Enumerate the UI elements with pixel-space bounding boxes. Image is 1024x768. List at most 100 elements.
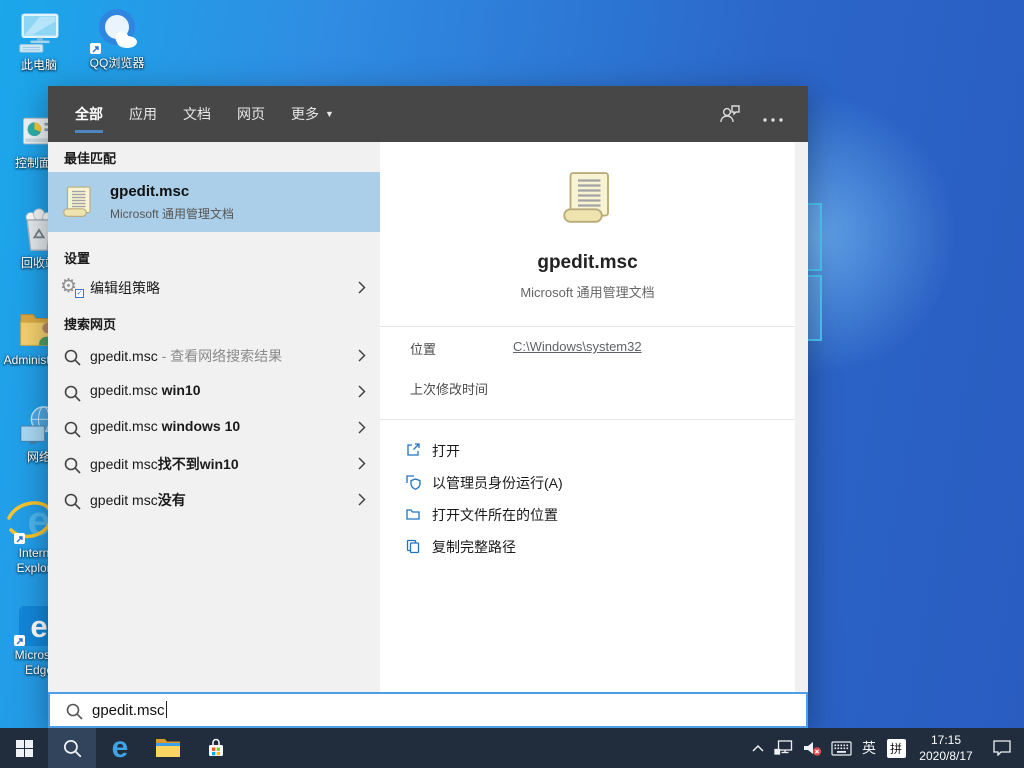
action-center-icon[interactable] — [982, 728, 1022, 768]
windows-logo-icon — [16, 740, 33, 757]
web-suggestion[interactable]: gpedit.msc win10 — [48, 374, 380, 410]
search-icon — [61, 737, 83, 759]
qq-browser-icon — [82, 6, 152, 54]
chevron-down-icon: ▼ — [325, 109, 334, 119]
chevron-right-icon[interactable] — [358, 385, 366, 399]
microsoft-store-icon — [205, 737, 227, 759]
search-icon — [62, 347, 82, 367]
suggestion-text: gpedit msc没有 — [90, 490, 186, 510]
copy-icon — [405, 538, 421, 554]
edge-icon: e — [112, 728, 129, 768]
search-icon — [62, 383, 82, 403]
taskbar-search-button[interactable] — [48, 728, 96, 768]
clock-time: 17:15 — [931, 733, 961, 747]
settings-result-label: 编辑组策略 — [90, 278, 160, 298]
divider — [380, 419, 795, 420]
best-match-result[interactable]: gpedit.msc Microsoft 通用管理文档 — [48, 172, 380, 232]
action-run-as-admin[interactable]: 以管理员身份运行(A) — [380, 466, 795, 498]
network-icon[interactable] — [770, 728, 797, 768]
feedback-icon[interactable] — [718, 103, 742, 130]
shortcut-arrow-icon — [90, 43, 101, 54]
search-flyout-panel: 全部 应用 文档 网页 更多▼ 最佳匹配 — [48, 86, 808, 728]
action-copy-full-path[interactable]: 复制完整路径 — [380, 530, 795, 562]
preview-title: gpedit.msc — [380, 252, 795, 274]
chevron-right-icon[interactable] — [358, 421, 366, 435]
last-modified-label: 上次修改时间 — [410, 379, 488, 398]
taskbar-store-button[interactable] — [192, 728, 240, 768]
more-options-icon[interactable] — [762, 110, 784, 128]
ime-mode-box: 拼 — [887, 739, 906, 758]
tab-web[interactable]: 网页 — [237, 86, 265, 142]
search-results-area: 最佳匹配 gpedit.msc Microsoft 通用管理文档 设置 ⚙✓ 编… — [48, 142, 808, 692]
suggestion-text: gpedit.msc win10 — [90, 382, 201, 398]
section-search-web: 搜索网页 — [64, 314, 116, 333]
taskbar: e — [0, 728, 1024, 768]
start-button[interactable] — [0, 728, 48, 768]
web-suggestion[interactable]: gpedit msc没有 — [48, 482, 380, 518]
windows-desktop: 此电脑 QQ浏览器 控制面板 — [0, 0, 1024, 768]
suggestion-text: gpedit.msc windows 10 — [90, 418, 240, 434]
shortcut-arrow-icon — [14, 533, 25, 544]
touch-keyboard-icon[interactable] — [826, 728, 856, 768]
search-icon — [64, 701, 84, 721]
chevron-right-icon[interactable] — [358, 349, 366, 363]
settings-result-group-policy[interactable]: ⚙✓ 编辑组策略 — [48, 270, 380, 306]
web-suggestion[interactable]: gpedit.msc windows 10 — [48, 410, 380, 446]
volume-muted-icon[interactable] — [797, 728, 826, 768]
folder-location-icon — [405, 506, 421, 522]
result-preview-pane: gpedit.msc Microsoft 通用管理文档 位置 C:\Window… — [380, 142, 795, 692]
action-label: 以管理员身份运行(A) — [432, 473, 563, 493]
tab-apps[interactable]: 应用 — [129, 86, 157, 142]
action-label: 打开文件所在的位置 — [432, 505, 558, 525]
section-best-match: 最佳匹配 — [64, 148, 116, 167]
group-policy-gear-icon: ⚙✓ — [60, 276, 82, 298]
suggestion-text: gpedit.msc - 查看网络搜索结果 — [90, 346, 282, 366]
search-filter-tabs: 全部 应用 文档 网页 更多▼ — [75, 86, 334, 142]
scrollbar-gutter[interactable] — [795, 142, 808, 692]
search-query-text: gpedit.msc — [92, 701, 167, 719]
suggestion-text: gpedit msc找不到win10 — [90, 454, 239, 474]
action-label: 复制完整路径 — [432, 537, 516, 557]
admin-shield-icon — [405, 474, 421, 490]
preview-subtitle: Microsoft 通用管理文档 — [380, 282, 795, 301]
desktop-icon-qq-browser[interactable]: QQ浏览器 — [82, 6, 152, 71]
tab-all[interactable]: 全部 — [75, 86, 103, 142]
file-explorer-icon — [155, 737, 181, 759]
action-label: 打开 — [432, 441, 460, 461]
chevron-right-icon[interactable] — [358, 493, 366, 507]
search-icon — [62, 455, 82, 475]
web-suggestion[interactable]: gpedit.msc - 查看网络搜索结果 — [48, 338, 380, 374]
text-caret — [166, 701, 168, 718]
msc-document-icon — [60, 184, 96, 220]
msc-document-icon-large — [558, 168, 618, 228]
best-match-title: gpedit.msc — [110, 183, 189, 200]
chevron-right-icon[interactable] — [358, 281, 366, 295]
shortcut-arrow-icon — [14, 635, 25, 646]
desktop-icon-label: QQ浏览器 — [82, 56, 152, 71]
tray-show-hidden-icons[interactable] — [746, 728, 770, 768]
search-icon — [62, 491, 82, 511]
taskbar-clock[interactable]: 17:15 2020/8/17 — [910, 728, 982, 768]
section-settings: 设置 — [64, 248, 90, 267]
tab-more[interactable]: 更多▼ — [291, 86, 334, 142]
divider — [380, 326, 795, 327]
clock-date: 2020/8/17 — [919, 749, 972, 763]
search-input[interactable]: gpedit.msc — [48, 692, 808, 728]
action-open[interactable]: 打开 — [380, 434, 795, 466]
chevron-right-icon[interactable] — [358, 457, 366, 471]
taskbar-file-explorer-button[interactable] — [144, 728, 192, 768]
system-tray: 英 拼 17:15 2020/8/17 — [746, 728, 1022, 768]
search-icon — [62, 419, 82, 439]
location-label: 位置 — [410, 339, 436, 358]
desktop-icon-this-pc[interactable]: 此电脑 — [6, 8, 72, 73]
this-pc-icon — [6, 8, 72, 56]
taskbar-edge-button[interactable]: e — [96, 728, 144, 768]
location-link[interactable]: C:\Windows\system32 — [513, 339, 642, 354]
best-match-subtitle: Microsoft 通用管理文档 — [110, 205, 234, 222]
open-icon — [405, 442, 421, 458]
ime-mode-indicator[interactable]: 拼 — [882, 728, 910, 768]
action-open-file-location[interactable]: 打开文件所在的位置 — [380, 498, 795, 530]
web-suggestion[interactable]: gpedit msc找不到win10 — [48, 446, 380, 482]
tab-documents[interactable]: 文档 — [183, 86, 211, 142]
ime-language-indicator[interactable]: 英 — [856, 728, 882, 768]
